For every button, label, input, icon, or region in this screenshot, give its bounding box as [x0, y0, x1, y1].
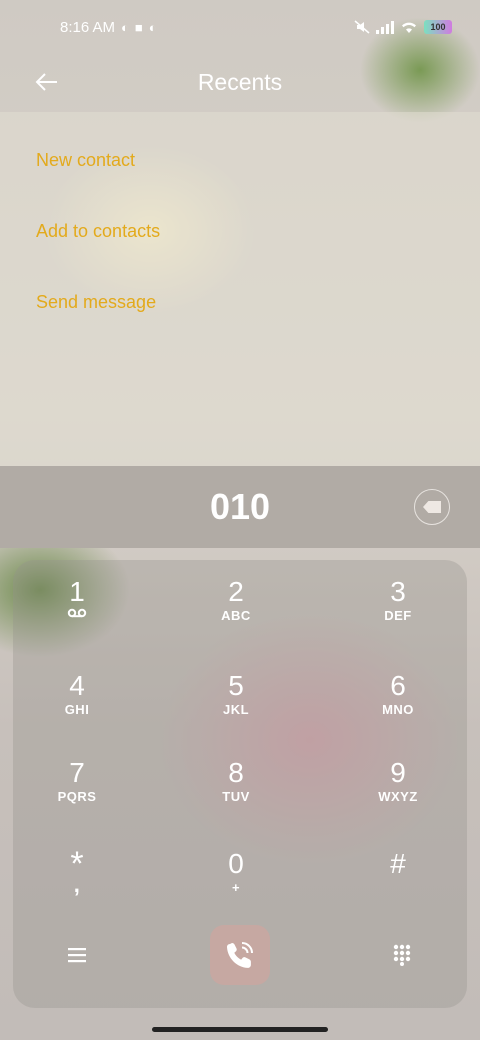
key-digit: # [390, 848, 406, 879]
key-digit: 7 [69, 757, 85, 788]
key-letters: WXYZ [378, 789, 418, 804]
key-digit: 4 [69, 670, 85, 701]
key-digit: 1 [69, 576, 85, 607]
new-contact-option[interactable]: New contact [36, 140, 135, 180]
arrow-left-icon[interactable] [28, 64, 64, 100]
key-letters: MNO [382, 702, 414, 717]
menu-icon[interactable] [47, 925, 107, 985]
wifi-icon [402, 22, 416, 33]
key-letters: + [231, 880, 241, 895]
key-2[interactable]: 2 ABC [186, 562, 286, 642]
key-digit: 0 [228, 848, 244, 879]
key-5[interactable]: 5 JKL [186, 656, 286, 736]
key-letters: GHI [64, 702, 90, 717]
page-title: Recents [197, 68, 283, 95]
key-digit: 3 [390, 576, 406, 607]
square-icon: ■ [134, 19, 143, 35]
status-bar: 8:16 AM ◐ ■ ◐ 100 [0, 0, 480, 54]
key-letters: PQRS [57, 789, 97, 804]
data-saver-icon: ◐ [148, 19, 157, 35]
home-indicator[interactable] [152, 1027, 328, 1032]
key-7[interactable]: 7 PQRS [27, 743, 127, 823]
call-button[interactable] [210, 925, 270, 985]
key-letters: TUV [222, 789, 250, 804]
app-header: Recents [0, 54, 480, 110]
mute-icon [354, 20, 370, 34]
signal-icon [376, 21, 394, 34]
battery-icon: 100 [424, 20, 452, 34]
send-message-option[interactable]: Send message [36, 282, 156, 322]
key-digit: 5 [228, 670, 244, 701]
dial-display: 010 [0, 466, 480, 548]
key-4[interactable]: 4 GHI [27, 656, 127, 736]
key-0[interactable]: 0 + [186, 834, 286, 914]
status-time: 8:16 AM [60, 18, 116, 36]
dialpad-icon[interactable] [372, 925, 432, 985]
key-3[interactable]: 3 DEF [348, 562, 448, 642]
key-letters: JKL [222, 702, 250, 717]
key-digit: 9 [390, 757, 406, 788]
key-letters: ABC [221, 608, 251, 623]
backspace-icon[interactable] [414, 489, 450, 525]
key-letters: , [73, 872, 81, 897]
voicemail-icon [67, 608, 87, 618]
key-6[interactable]: 6 MNO [348, 656, 448, 736]
key-digit: 6 [390, 670, 406, 701]
key-letters: DEF [384, 608, 412, 623]
recents-menu: New contact Add to contacts Send message [0, 112, 480, 468]
key-digit: 8 [228, 757, 244, 788]
key-star[interactable]: * , [27, 834, 127, 914]
key-hash[interactable]: # [348, 834, 448, 914]
key-8[interactable]: 8 TUV [186, 743, 286, 823]
key-digit: 2 [228, 576, 244, 607]
key-9[interactable]: 9 WXYZ [348, 743, 448, 823]
key-1[interactable]: 1 [27, 562, 127, 642]
add-to-contacts-option[interactable]: Add to contacts [36, 211, 160, 251]
phone-call-icon [226, 942, 253, 968]
dialed-number: 010 [209, 486, 271, 527]
data-saver-icon: ◐ [121, 19, 129, 35]
